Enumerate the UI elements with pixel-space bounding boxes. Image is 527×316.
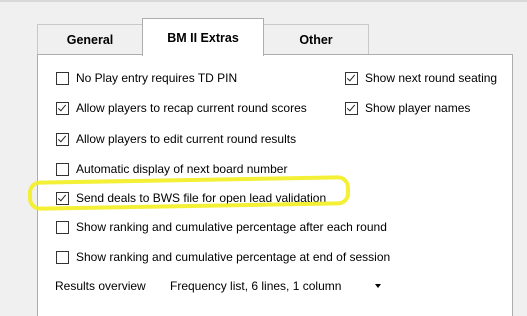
results-overview-dropdown[interactable]: Frequency list, 6 lines, 1 column <box>161 275 390 297</box>
results-overview-value: Frequency list, 6 lines, 1 column <box>170 279 342 293</box>
option-no-play-pin[interactable]: No Play entry requires TD PIN <box>56 69 237 87</box>
option-send-deals-bws[interactable]: Send deals to BWS file for open lead val… <box>56 189 326 207</box>
no-play-pin-checkbox[interactable] <box>56 71 69 85</box>
chevron-down-icon[interactable] <box>375 284 381 288</box>
option-ranking-end-session[interactable]: Show ranking and cumulative percentage a… <box>56 248 390 266</box>
tab-other[interactable]: Other <box>263 24 369 54</box>
ranking-each-round-label: Show ranking and cumulative percentage a… <box>76 220 387 234</box>
recap-scores-label: Allow players to recap current round sco… <box>76 101 307 115</box>
send-deals-bws-label: Send deals to BWS file for open lead val… <box>76 191 327 205</box>
option-show-next-seating[interactable]: Show next round seating <box>345 69 497 87</box>
show-next-seating-label: Show next round seating <box>365 71 498 85</box>
option-edit-results[interactable]: Allow players to edit current round resu… <box>56 130 296 148</box>
results-overview-label: Results overview <box>55 279 146 293</box>
send-deals-bws-checkbox[interactable] <box>56 191 69 205</box>
show-player-names-checkbox[interactable] <box>345 101 358 115</box>
ranking-end-session-label: Show ranking and cumulative percentage a… <box>76 250 391 264</box>
option-auto-board-number[interactable]: Automatic display of next board number <box>56 160 287 178</box>
window-top-edge <box>0 0 527 2</box>
option-ranking-each-round[interactable]: Show ranking and cumulative percentage a… <box>56 218 387 236</box>
option-recap-scores[interactable]: Allow players to recap current round sco… <box>56 99 307 117</box>
edit-results-label: Allow players to edit current round resu… <box>76 132 297 146</box>
tab-general[interactable]: General <box>37 24 143 54</box>
no-play-pin-label: No Play entry requires TD PIN <box>76 71 238 85</box>
edit-results-checkbox[interactable] <box>56 132 69 146</box>
show-player-names-label: Show player names <box>365 101 471 115</box>
auto-board-number-label: Automatic display of next board number <box>76 162 288 176</box>
option-show-player-names[interactable]: Show player names <box>345 99 470 117</box>
recap-scores-checkbox[interactable] <box>56 101 69 115</box>
show-next-seating-checkbox[interactable] <box>345 71 358 85</box>
ranking-each-round-checkbox[interactable] <box>56 220 69 234</box>
tab-bm-ii-extras[interactable]: BM II Extras <box>142 18 264 56</box>
auto-board-number-checkbox[interactable] <box>56 162 69 176</box>
ranking-end-session-checkbox[interactable] <box>56 250 69 264</box>
